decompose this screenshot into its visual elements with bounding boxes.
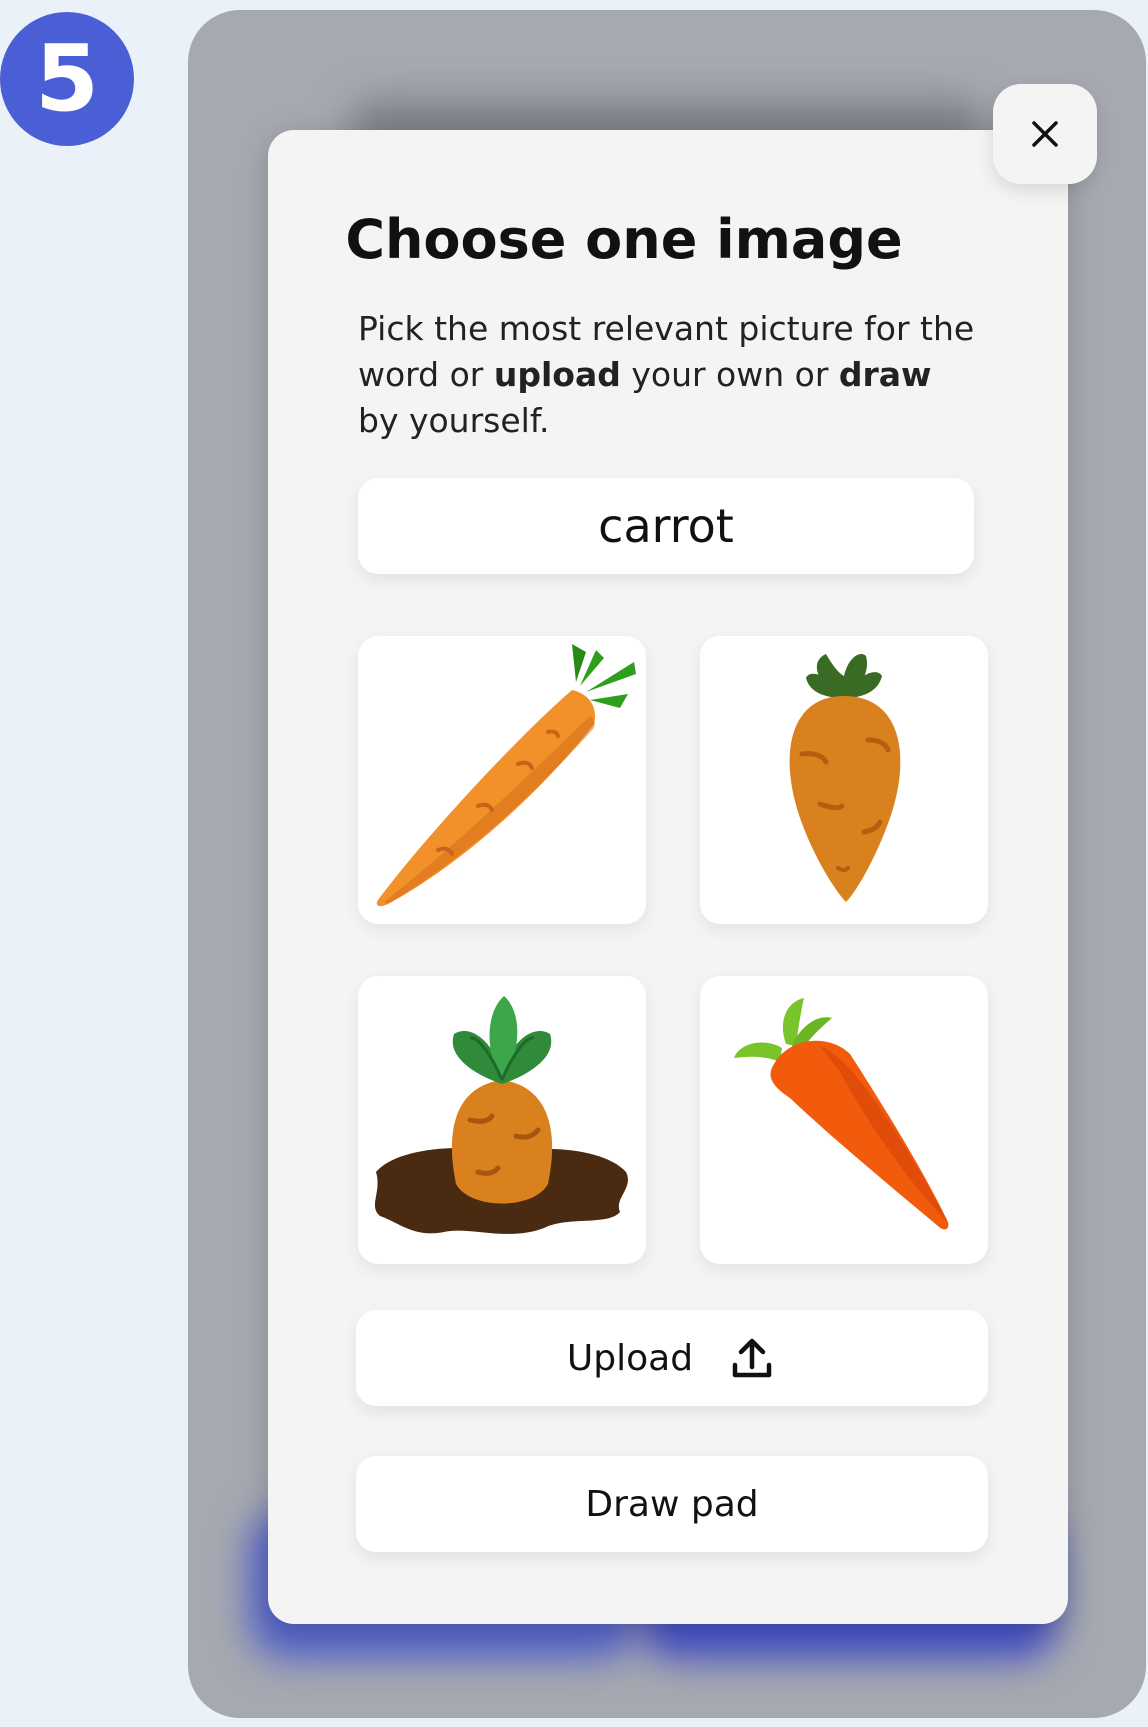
modal-instructions: Pick the most relevant picture for the w… xyxy=(358,306,978,444)
image-option-4[interactable] xyxy=(700,976,988,1264)
image-option-1[interactable] xyxy=(358,636,646,924)
carrot-image-4 xyxy=(734,998,949,1230)
instructions-upload-word: upload xyxy=(493,355,621,394)
image-option-3[interactable] xyxy=(358,976,646,1264)
instructions-text-2: your own or xyxy=(620,355,839,394)
instructions-text-3: by yourself. xyxy=(358,401,550,440)
draw-pad-button-label: Draw pad xyxy=(585,1483,759,1525)
carrot-image-2 xyxy=(789,654,901,902)
step-number-badge: 5 xyxy=(0,12,134,146)
upload-icon xyxy=(732,1338,772,1378)
image-option-2[interactable] xyxy=(700,636,988,924)
word-display: carrot xyxy=(358,478,974,574)
carrot-image-3 xyxy=(374,996,628,1234)
draw-pad-button[interactable]: Draw pad xyxy=(356,1456,988,1552)
carrot-image-1 xyxy=(376,644,636,907)
modal-title: Choose one image xyxy=(345,208,903,271)
upload-button-label: Upload xyxy=(566,1337,694,1379)
upload-button[interactable]: Upload xyxy=(356,1310,988,1406)
close-button[interactable] xyxy=(993,84,1097,184)
close-icon xyxy=(1032,121,1058,147)
instructions-draw-word: draw xyxy=(838,355,932,394)
